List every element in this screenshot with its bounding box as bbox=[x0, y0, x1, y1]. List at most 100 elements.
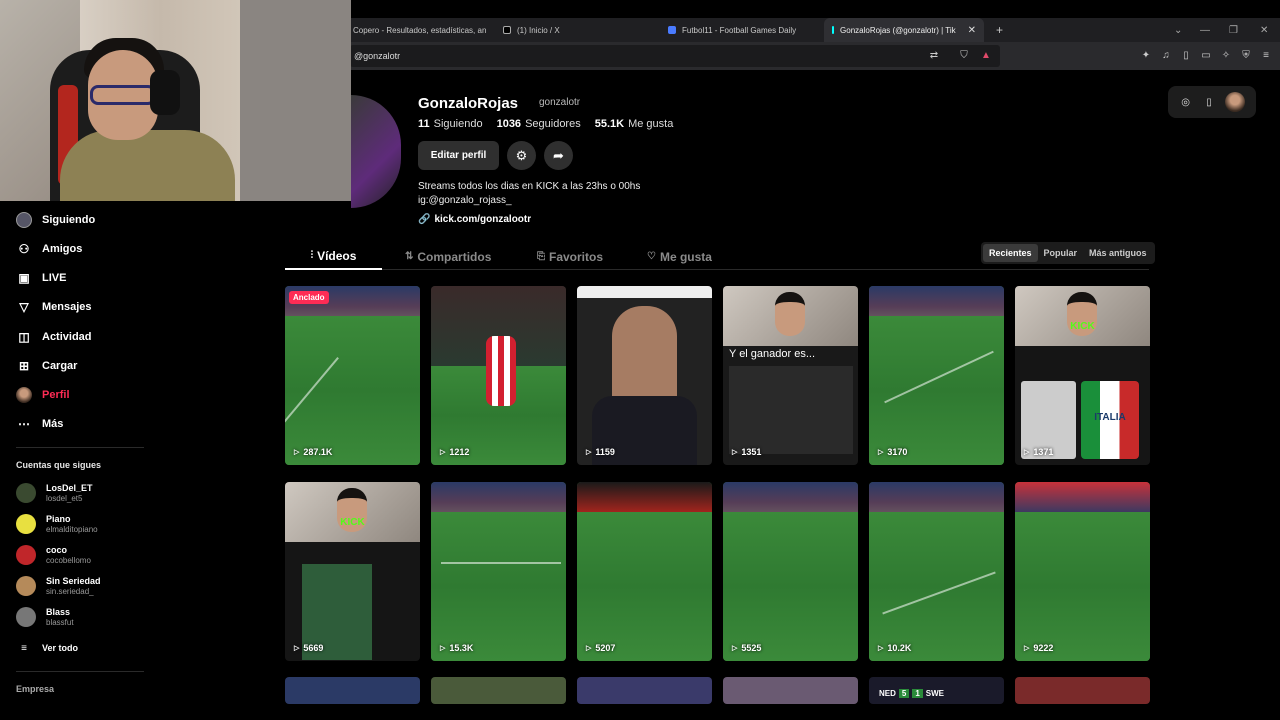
following-account[interactable]: Sin Seriedad sin.seriedad_ bbox=[16, 573, 101, 599]
sort-mas-antiguos[interactable]: Más antiguos bbox=[1083, 244, 1153, 262]
video-card[interactable]: ▷ 1159 bbox=[577, 286, 712, 465]
video-thumbnail bbox=[577, 482, 712, 516]
vpn-icon[interactable]: ⛨ bbox=[1240, 48, 1252, 62]
sidebar-item-label: LIVE bbox=[42, 272, 67, 284]
avatar bbox=[16, 607, 36, 627]
video-card[interactable]: ▷ 5207 bbox=[577, 482, 712, 661]
tab-list-icon[interactable]: ⌄ bbox=[1174, 18, 1182, 42]
music-icon[interactable]: ♫ bbox=[1160, 48, 1172, 62]
video-card[interactable]: ▷ 1212 bbox=[431, 286, 566, 465]
following-account[interactable]: Piano elmalditopiano bbox=[16, 511, 98, 537]
see-all-button[interactable]: ≡ Ver todo bbox=[16, 638, 78, 658]
video-card[interactable]: ▷ 9222 bbox=[1015, 482, 1150, 661]
gear-icon: ⚙ bbox=[515, 147, 528, 163]
tab-compartidos[interactable]: ⇅ Compartidos bbox=[405, 243, 491, 270]
sidebar-item-label: Mensajes bbox=[42, 301, 92, 313]
video-card[interactable]: ▷ 3170 bbox=[869, 286, 1004, 465]
view-count-text: 9222 bbox=[1033, 643, 1054, 653]
video-card[interactable] bbox=[723, 677, 858, 704]
x-icon bbox=[503, 26, 511, 34]
sidebar-item-siguiendo[interactable]: Siguiendo bbox=[16, 210, 95, 230]
tab-videos[interactable]: ⫶ Vídeos bbox=[285, 243, 382, 270]
play-icon: ▷ bbox=[586, 449, 592, 456]
webcam-thumbnail bbox=[1015, 286, 1150, 346]
new-tab-button[interactable]: + bbox=[988, 18, 1008, 42]
sidebar-item-mas[interactable]: ⋯ Más bbox=[16, 414, 63, 434]
streamer-body bbox=[60, 130, 235, 201]
minimize-icon[interactable]: — bbox=[1200, 18, 1210, 42]
profile-bio: Streams todos los dias en KICK a las 23h… bbox=[418, 180, 640, 208]
view-count-text: 15.3K bbox=[449, 643, 474, 653]
menu-icon[interactable]: ≡ bbox=[1260, 48, 1272, 62]
avatar bbox=[16, 545, 36, 565]
video-card[interactable]: ▷ 5525 bbox=[723, 482, 858, 661]
share-button[interactable]: ➦ bbox=[544, 141, 573, 170]
close-tab-icon[interactable]: ✕ bbox=[968, 25, 976, 36]
sidebar-item-cargar[interactable]: ⊞ Cargar bbox=[16, 356, 78, 376]
play-icon: ▷ bbox=[440, 645, 446, 652]
heart-icon: ♡ bbox=[647, 251, 656, 262]
shield-icon[interactable]: ⛉ bbox=[958, 48, 970, 62]
following-account[interactable]: LosDel_ET losdel_et5 bbox=[16, 480, 93, 506]
video-card[interactable]: Y el ganador es... ▷ 1351 bbox=[723, 286, 858, 465]
following-stat[interactable]: 11 Siguiendo bbox=[418, 118, 483, 130]
sidebar-item-amigos[interactable]: ⚇ Amigos bbox=[16, 239, 83, 259]
headset-icon bbox=[150, 70, 180, 115]
account-username: cocobellomo bbox=[46, 555, 91, 565]
sidebar-item-mensajes[interactable]: ▽ Mensajes bbox=[16, 297, 92, 317]
close-window-icon[interactable]: ✕ bbox=[1260, 18, 1268, 42]
edit-profile-button[interactable]: Editar perfil bbox=[418, 141, 499, 170]
sidebar-item-perfil[interactable]: Perfil bbox=[16, 385, 70, 405]
video-card[interactable]: Anclado ▷ 287.1K bbox=[285, 286, 420, 465]
translate-icon[interactable]: ⇄ bbox=[928, 48, 940, 62]
footer-link-empresa[interactable]: Empresa bbox=[16, 684, 54, 694]
phone-icon[interactable]: ▯ bbox=[1202, 95, 1216, 109]
door bbox=[240, 0, 351, 201]
browser-tab[interactable]: Futbol11 - Football Games Daily bbox=[660, 18, 820, 42]
profile-link[interactable]: 🔗 kick.com/gonzalootr bbox=[418, 214, 531, 225]
avatar bbox=[16, 514, 36, 534]
sort-recientes[interactable]: Recientes bbox=[983, 244, 1038, 262]
match-score-badge: NED 5 1 SWE bbox=[879, 686, 944, 700]
browser-tab-active[interactable]: GonzaloRojas (@gonzalotr) | Tik ✕ bbox=[824, 18, 984, 42]
video-card[interactable] bbox=[431, 677, 566, 704]
sort-popular[interactable]: Popular bbox=[1038, 244, 1084, 262]
video-card[interactable]: ▷ 10.2K bbox=[869, 482, 1004, 661]
grid-icon: ⫶ bbox=[310, 250, 314, 261]
compass-icon[interactable]: ◎ bbox=[1179, 95, 1193, 109]
video-card[interactable]: ▷ 15.3K bbox=[431, 482, 566, 661]
sidebar-item-live[interactable]: ▣ LIVE bbox=[16, 268, 66, 288]
profile-avatar[interactable] bbox=[351, 95, 401, 208]
video-card[interactable] bbox=[1015, 677, 1150, 704]
rewards-icon[interactable]: ▲ bbox=[980, 48, 992, 62]
ai-icon[interactable]: ✧ bbox=[1220, 48, 1232, 62]
browser-tab[interactable]: (1) Inicio / X bbox=[495, 18, 655, 42]
futbol11-icon bbox=[668, 26, 676, 34]
following-account[interactable]: Blass blassfut bbox=[16, 604, 74, 630]
play-icon: ▷ bbox=[1024, 645, 1030, 652]
extensions-icon[interactable]: ✦ bbox=[1140, 48, 1152, 62]
friends-icon: ⚇ bbox=[18, 242, 30, 256]
tab-me-gusta[interactable]: ♡ Me gusta bbox=[647, 243, 712, 270]
sidebar-icon[interactable]: ▯ bbox=[1180, 48, 1192, 62]
browser-tab[interactable]: Copero - Resultados, estadísticas, an bbox=[345, 18, 490, 42]
wallet-icon[interactable]: ▭ bbox=[1200, 48, 1212, 62]
tab-label: Favoritos bbox=[549, 249, 604, 264]
maximize-icon[interactable]: ❐ bbox=[1229, 18, 1238, 42]
user-avatar[interactable] bbox=[1225, 92, 1246, 112]
address-bar[interactable]: @gonzalotr bbox=[350, 45, 1000, 67]
pitch bbox=[577, 512, 712, 661]
following-account[interactable]: coco cocobellomo bbox=[16, 542, 91, 568]
video-card[interactable] bbox=[577, 677, 712, 704]
sidebar-item-actividad[interactable]: ◫ Actividad bbox=[16, 327, 91, 347]
bio-line: ig:@gonzalo_rojass_ bbox=[418, 195, 512, 206]
settings-button[interactable]: ⚙ bbox=[507, 141, 536, 170]
video-card[interactable]: KICK ▷ 5669 bbox=[285, 482, 420, 661]
video-card[interactable]: KICK ITALIA ▷ 1371 bbox=[1015, 286, 1150, 465]
followers-count: 1036 bbox=[496, 118, 522, 130]
video-card[interactable] bbox=[285, 677, 420, 704]
tab-favoritos[interactable]: ⎘ Favoritos bbox=[537, 243, 603, 270]
video-card[interactable]: NED 5 1 SWE bbox=[869, 677, 1004, 704]
pitch bbox=[869, 316, 1004, 465]
followers-stat[interactable]: 1036 Seguidores bbox=[497, 118, 581, 130]
